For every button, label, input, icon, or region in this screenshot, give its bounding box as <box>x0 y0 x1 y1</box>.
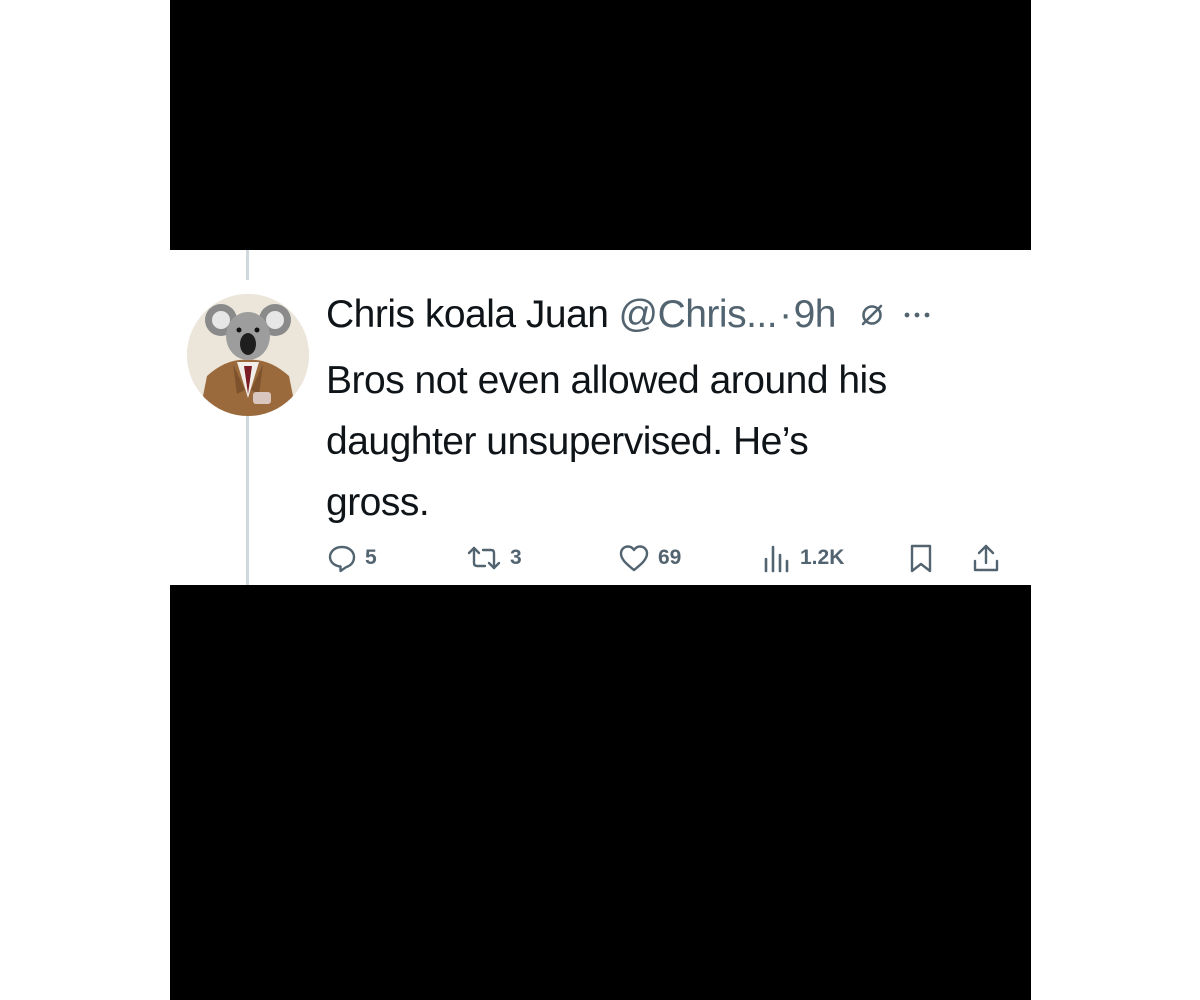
avatar[interactable] <box>187 294 309 416</box>
more-icon[interactable] <box>902 310 932 320</box>
tweet-header: Chris koala Juan @Chris... · 9h <box>326 290 1016 340</box>
views-icon <box>764 545 789 573</box>
retweet-button[interactable]: 3 <box>466 541 522 575</box>
tweet-text-line: daughter unsupervised. He’s <box>326 420 809 463</box>
thread-line-bottom <box>246 412 249 585</box>
koala-avatar-icon <box>187 294 309 416</box>
tweet-text: Bros not even allowed around his daughte… <box>326 350 1006 533</box>
user-handle[interactable]: @Chris... <box>618 293 777 337</box>
retweet-count: 3 <box>510 546 522 569</box>
share-button[interactable] <box>971 541 1001 575</box>
letterbox-top <box>170 0 1031 250</box>
like-count: 69 <box>658 546 682 569</box>
display-name[interactable]: Chris koala Juan <box>326 293 609 337</box>
bookmark-button[interactable] <box>906 541 936 575</box>
thread-line-top <box>246 250 249 280</box>
reply-icon <box>328 545 356 573</box>
header-separator: · <box>779 293 792 336</box>
like-button[interactable]: 69 <box>618 541 681 575</box>
like-icon <box>619 545 649 572</box>
letterbox-bottom <box>170 585 1031 1000</box>
bookmark-icon <box>910 544 932 573</box>
views-button[interactable]: 1.2K <box>762 541 844 575</box>
tweet-text-line: gross. <box>326 481 430 524</box>
tweet-card[interactable]: Chris koala Juan @Chris... · 9h Bros not… <box>170 250 1031 585</box>
timestamp[interactable]: 9h <box>794 293 837 337</box>
views-count: 1.2K <box>800 546 845 569</box>
reply-count: 5 <box>365 546 377 569</box>
share-icon <box>973 544 999 572</box>
retweet-icon <box>467 546 501 570</box>
mute-icon[interactable] <box>858 301 886 329</box>
reply-button[interactable]: 5 <box>327 541 377 575</box>
tweet-text-line: Bros not even allowed around his <box>326 359 887 402</box>
